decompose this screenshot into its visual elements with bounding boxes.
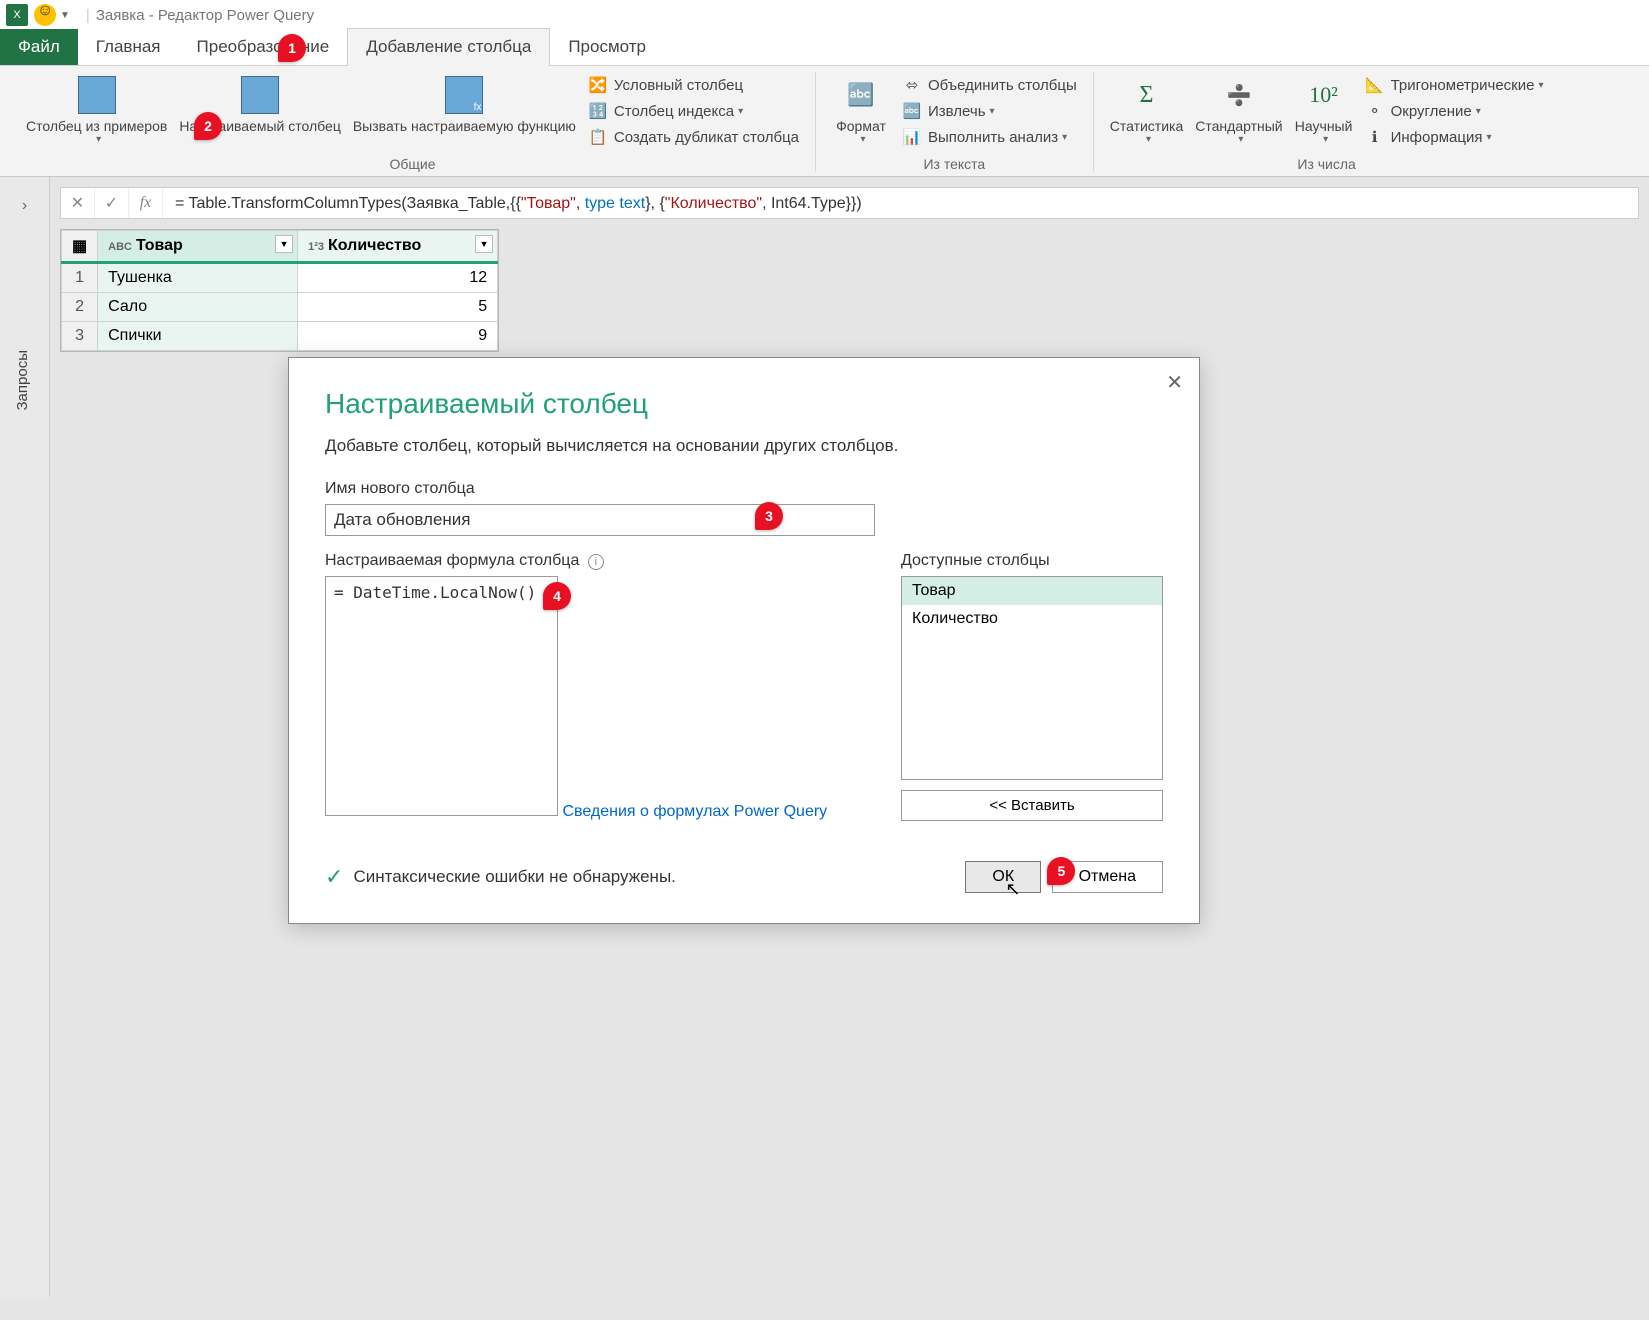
group-label-text: Из текста <box>923 156 985 172</box>
pq-formulas-link[interactable]: Сведения о формулах Power Query <box>562 803 827 821</box>
formula-text[interactable]: = Table.TransformColumnTypes(Заявка_Tabl… <box>163 193 1638 213</box>
extract-icon: 🔤 <box>902 101 922 121</box>
callout-2: 2 <box>194 112 222 140</box>
table-row[interactable]: 3Спички9 <box>62 322 498 351</box>
tab-home[interactable]: Главная <box>78 29 179 65</box>
conditional-column-button[interactable]: 🔀Условный столбец <box>582 72 805 98</box>
tab-transform[interactable]: Преобразование <box>179 29 348 65</box>
standard-icon: ➗ <box>1220 76 1258 114</box>
data-grid[interactable]: ▦ ABCТовар▼ 1²3Количество▼ 1Тушенка12 2С… <box>60 229 499 352</box>
syntax-status: ✓ Синтаксические ошибки не обнаружены. <box>325 864 676 890</box>
column-from-examples-button[interactable]: Столбец из примеров <box>20 72 173 149</box>
accept-formula-icon[interactable]: ✓ <box>95 188 129 218</box>
insert-button[interactable]: << Вставить <box>901 790 1163 821</box>
fx-icon <box>445 76 483 114</box>
filter-dropdown-icon[interactable]: ▼ <box>475 235 493 253</box>
formula-bar: ✕ ✓ fx = Table.TransformColumnTypes(Заяв… <box>60 187 1639 219</box>
custom-column-dialog: ✕ Настраиваемый столбец Добавьте столбец… <box>288 357 1200 924</box>
btn-label: Вызвать настраиваемую функцию <box>353 118 576 134</box>
dialog-subtitle: Добавьте столбец, который вычисляется на… <box>325 436 1163 456</box>
group-text: 🔤 Формат ⬄Объединить столбцы 🔤Извлечь 📊В… <box>816 72 1094 172</box>
list-item[interactable]: Количество <box>902 605 1162 633</box>
standard-button[interactable]: ➗Стандартный <box>1189 72 1288 149</box>
analyze-button[interactable]: 📊Выполнить анализ <box>896 124 1083 150</box>
extract-button[interactable]: 🔤Извлечь <box>896 98 1083 124</box>
merge-icon: ⬄ <box>902 75 922 95</box>
trigonometry-button[interactable]: 📐Тригонометрические <box>1359 72 1550 98</box>
callout-1: 1 <box>278 34 306 62</box>
qa-dropdown-icon[interactable]: ▼ <box>60 10 70 21</box>
expand-queries-icon[interactable]: › <box>22 197 27 215</box>
table-icon <box>78 76 116 114</box>
excel-icon: X <box>6 4 28 26</box>
custom-formula-label: Настраиваемая формула столбца i <box>325 552 883 570</box>
btn-label: Столбец из примеров <box>26 118 167 134</box>
statistics-button[interactable]: ΣСтатистика <box>1104 72 1190 149</box>
main-area: ✕ ✓ fx = Table.TransformColumnTypes(Заяв… <box>50 177 1649 1297</box>
window-title: Заявка - Редактор Power Query <box>96 7 314 24</box>
btn-label: Формат <box>836 118 886 134</box>
tab-file[interactable]: Файл <box>0 29 78 65</box>
table-row[interactable]: 2Сало5 <box>62 293 498 322</box>
queries-label[interactable]: Запросы <box>14 350 31 411</box>
rounding-button[interactable]: ⚬Округление <box>1359 98 1550 124</box>
group-label-number: Из числа <box>1297 156 1355 172</box>
smiley-icon[interactable] <box>34 4 56 26</box>
cursor-icon: ↖ <box>1005 879 1020 900</box>
queries-pane: › <box>0 177 50 1297</box>
cancel-formula-icon[interactable]: ✕ <box>61 188 95 218</box>
index-column-button[interactable]: 🔢Столбец индекса <box>582 98 805 124</box>
info-icon: ℹ <box>1365 127 1385 147</box>
duplicate-icon: 📋 <box>588 127 608 147</box>
scientific-button[interactable]: 10²Научный <box>1289 72 1359 149</box>
callout-4: 4 <box>543 582 571 610</box>
new-column-name-input[interactable] <box>325 504 875 536</box>
available-columns-label: Доступные столбцы <box>901 552 1163 570</box>
grid-corner[interactable]: ▦ <box>62 231 98 263</box>
format-icon: 🔤 <box>842 76 880 114</box>
close-icon[interactable]: ✕ <box>1166 370 1183 395</box>
check-icon: ✓ <box>325 864 343 890</box>
filter-dropdown-icon[interactable]: ▼ <box>275 235 293 253</box>
ten-power-icon: 10² <box>1305 76 1343 114</box>
merge-columns-button[interactable]: ⬄Объединить столбцы <box>896 72 1083 98</box>
ok-button[interactable]: ОК <box>965 861 1041 893</box>
group-number: ΣСтатистика ➗Стандартный 10²Научный 📐Три… <box>1094 72 1560 172</box>
custom-formula-input[interactable] <box>325 576 558 816</box>
new-column-name-label: Имя нового столбца <box>325 480 1163 498</box>
information-button[interactable]: ℹИнформация <box>1359 124 1550 150</box>
fx-icon[interactable]: fx <box>129 188 163 218</box>
column-header-tovar[interactable]: ABCТовар▼ <box>98 231 298 263</box>
format-button[interactable]: 🔤 Формат <box>826 72 896 149</box>
analyze-icon: 📊 <box>902 127 922 147</box>
table-star-icon <box>241 76 279 114</box>
rounding-icon: ⚬ <box>1365 101 1385 121</box>
dialog-title: Настраиваемый столбец <box>325 388 1163 420</box>
title-bar: X ▼ | Заявка - Редактор Power Query <box>0 0 1649 30</box>
column-header-kolichestvo[interactable]: 1²3Количество▼ <box>298 231 498 263</box>
group-general: Столбец из примеров Настраиваемый столбе… <box>10 72 816 172</box>
available-columns-list[interactable]: Товар Количество <box>901 576 1163 780</box>
tab-view[interactable]: Просмотр <box>550 29 664 65</box>
ribbon-tabs: Файл Главная Преобразование Добавление с… <box>0 30 1649 66</box>
trig-icon: 📐 <box>1365 75 1385 95</box>
info-icon[interactable]: i <box>588 554 604 570</box>
table-row[interactable]: 1Тушенка12 <box>62 263 498 293</box>
ribbon: Столбец из примеров Настраиваемый столбе… <box>0 66 1649 177</box>
callout-3: 3 <box>755 502 783 530</box>
conditional-icon: 🔀 <box>588 75 608 95</box>
tab-add-column[interactable]: Добавление столбца <box>347 28 550 66</box>
duplicate-column-button[interactable]: 📋Создать дубликат столбца <box>582 124 805 150</box>
sigma-icon: Σ <box>1128 76 1166 114</box>
group-label-general: Общие <box>389 156 435 172</box>
list-item[interactable]: Товар <box>902 577 1162 605</box>
invoke-custom-function-button[interactable]: Вызвать настраиваемую функцию <box>347 72 582 138</box>
index-icon: 🔢 <box>588 101 608 121</box>
